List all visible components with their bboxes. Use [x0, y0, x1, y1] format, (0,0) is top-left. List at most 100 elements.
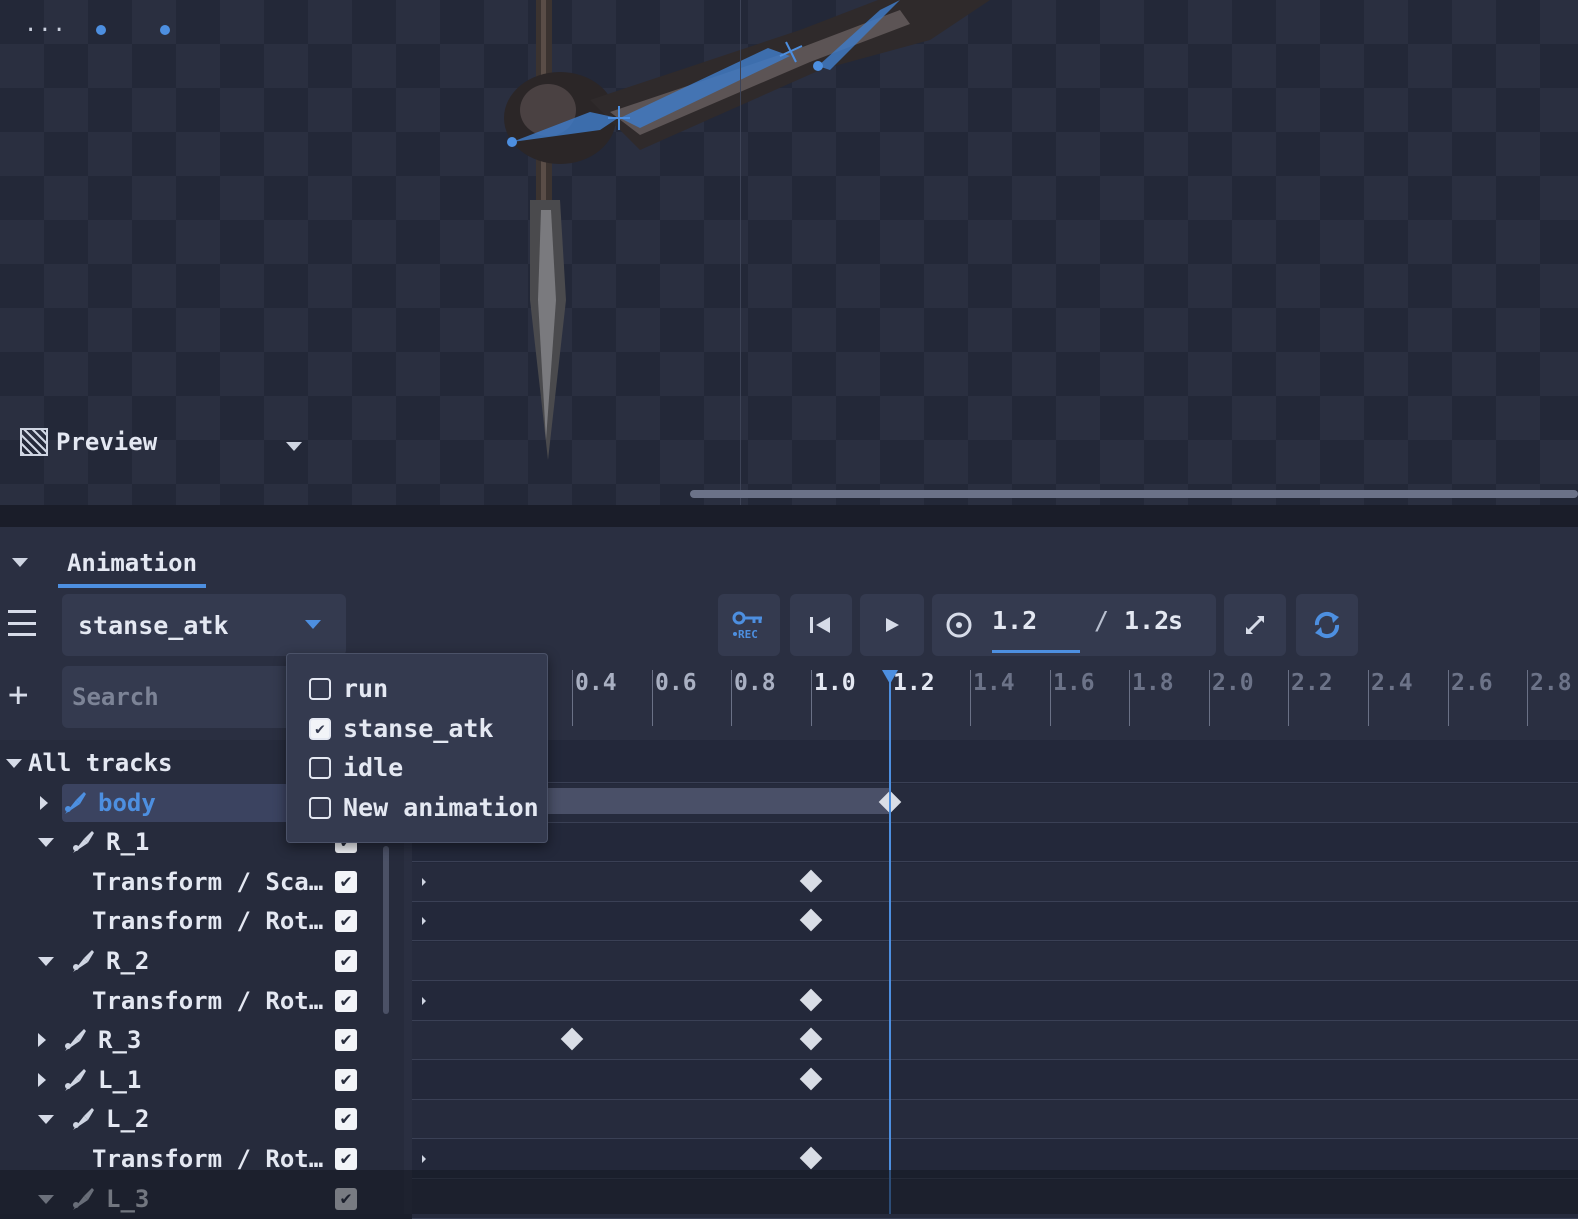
time-unit: s: [1168, 606, 1184, 635]
ruler-tick-label: 2.6: [1451, 670, 1493, 696]
track-row[interactable]: Transform / Sca…: [92, 863, 323, 901]
bone-icon: [73, 1108, 94, 1130]
chevron-down-icon[interactable]: [286, 442, 302, 451]
track-enabled-checkbox[interactable]: ✔: [335, 950, 357, 972]
track-row[interactable]: L_1: [38, 1061, 141, 1099]
track-label: Transform / Sca…: [92, 868, 324, 896]
track-row[interactable]: All tracks: [6, 744, 173, 782]
ruler-tick: [731, 670, 732, 726]
track-enabled-checkbox[interactable]: ✔: [335, 910, 357, 932]
track-row[interactable]: Transform / Rot…: [92, 982, 323, 1020]
popup-item-label: idle: [343, 753, 404, 782]
svg-text:REC: REC: [738, 628, 758, 640]
status-dot: [96, 25, 106, 35]
caret-right-icon: [422, 1155, 426, 1163]
ruler-tick: [1129, 670, 1130, 726]
checkbox-checked[interactable]: ✔: [309, 717, 331, 740]
ruler-tick: [970, 670, 971, 726]
fit-timeline-button[interactable]: [1224, 594, 1286, 656]
track-row[interactable]: L_2: [38, 1100, 149, 1138]
ruler-tick: [1288, 670, 1289, 726]
chevron-down-icon[interactable]: [6, 758, 22, 768]
track-enabled-checkbox[interactable]: ✔: [335, 1108, 357, 1130]
chevron-down-icon[interactable]: [38, 1114, 54, 1124]
bone-icon: [65, 792, 86, 814]
popup-item-label: run: [343, 674, 389, 703]
popup-item-stanse-atk[interactable]: ✔ stanse_atk: [309, 714, 494, 743]
bone-icon: [65, 1069, 86, 1091]
timeline-row[interactable]: [412, 823, 1578, 862]
search-input[interactable]: [62, 666, 302, 728]
chevron-right-icon[interactable]: [40, 796, 48, 810]
popup-item-new-animation[interactable]: New animation: [309, 793, 539, 822]
chevron-down-icon[interactable]: [38, 956, 54, 966]
ruler-tick-label: 1.2: [893, 670, 935, 696]
panel-splitter[interactable]: [0, 505, 1578, 527]
track-label: Transform / Rot…: [92, 987, 324, 1015]
tab-animation[interactable]: Animation: [58, 542, 206, 588]
timeline-row[interactable]: [412, 744, 1578, 783]
play-button[interactable]: [860, 594, 924, 656]
checkbox[interactable]: [309, 796, 331, 819]
ruler-tick: [1368, 670, 1369, 726]
timeline-row[interactable]: [412, 902, 1578, 941]
ruler-tick-label: 0.4: [575, 670, 617, 696]
timeline-row[interactable]: [412, 982, 1578, 1021]
loop-toggle-button[interactable]: [1296, 594, 1358, 656]
play-icon: [886, 618, 899, 632]
checkbox[interactable]: [309, 677, 331, 700]
popup-item-label: New animation: [343, 793, 539, 822]
popup-item-idle[interactable]: idle: [309, 753, 403, 782]
clock-icon: [946, 612, 972, 638]
ruler-tick-label: 2.2: [1291, 670, 1333, 696]
track-label: Transform / Rot…: [92, 907, 324, 935]
go-to-start-button[interactable]: [790, 594, 852, 656]
collapse-panel-icon[interactable]: [12, 558, 28, 567]
playhead[interactable]: [889, 672, 891, 1214]
viewport-canvas[interactable]: ··· Preview: [0, 0, 1578, 505]
ruler-tick-label: 1.8: [1132, 670, 1174, 696]
chevron-right-icon[interactable]: [38, 1073, 46, 1087]
animation-select-value: stanse_atk: [78, 610, 229, 640]
track-list-scrollbar[interactable]: [383, 846, 389, 1014]
horizontal-scrollbar[interactable]: [690, 490, 1578, 498]
track-enabled-checkbox[interactable]: ✔: [335, 1069, 357, 1091]
track-label: body: [98, 789, 156, 817]
bone-icon: [73, 831, 94, 853]
playhead-handle[interactable]: [882, 670, 898, 684]
timeline-row[interactable]: [412, 863, 1578, 902]
ellipsis-icon[interactable]: ···: [24, 18, 67, 43]
track-row[interactable]: R_2: [38, 942, 149, 980]
record-key-button[interactable]: REC: [718, 594, 780, 656]
track-row[interactable]: Transform / Rot…: [92, 902, 323, 940]
track-row[interactable]: body: [40, 784, 308, 822]
hamburger-menu-icon[interactable]: [8, 610, 36, 636]
timeline-row[interactable]: [412, 1021, 1578, 1060]
track-row[interactable]: R_3: [38, 1021, 141, 1059]
track-enabled-checkbox[interactable]: ✔: [335, 1029, 357, 1051]
status-dot: [160, 25, 170, 35]
animation-select[interactable]: stanse_atk: [62, 594, 346, 656]
track-enabled-checkbox[interactable]: ✔: [335, 1148, 357, 1170]
popup-item-run[interactable]: run: [309, 674, 388, 703]
preview-mode-selector[interactable]: Preview: [20, 428, 157, 456]
timeline-row[interactable]: [412, 1100, 1578, 1139]
key-record-icon: REC: [732, 611, 762, 640]
current-time-input[interactable]: 1.2: [992, 606, 1037, 635]
total-time-input[interactable]: 1.2: [1124, 606, 1169, 635]
ruler-tick: [1209, 670, 1210, 726]
chevron-down-icon[interactable]: [305, 620, 321, 629]
ruler-tick-label: 2.4: [1371, 670, 1413, 696]
preview-label: Preview: [56, 428, 158, 456]
chevron-down-icon[interactable]: [38, 837, 54, 847]
timeline-row[interactable]: [412, 942, 1578, 981]
checkbox[interactable]: [309, 756, 331, 779]
track-enabled-checkbox[interactable]: ✔: [335, 871, 357, 893]
timeline-row[interactable]: [412, 1061, 1578, 1100]
track-row[interactable]: R_1: [38, 823, 149, 861]
ruler-tick-label: 1.4: [973, 670, 1015, 696]
add-track-button[interactable]: +: [8, 678, 28, 712]
track-enabled-checkbox[interactable]: ✔: [335, 990, 357, 1012]
chevron-right-icon[interactable]: [38, 1033, 46, 1047]
animation-list-popup: run ✔ stanse_atk idle New animation: [286, 653, 548, 843]
